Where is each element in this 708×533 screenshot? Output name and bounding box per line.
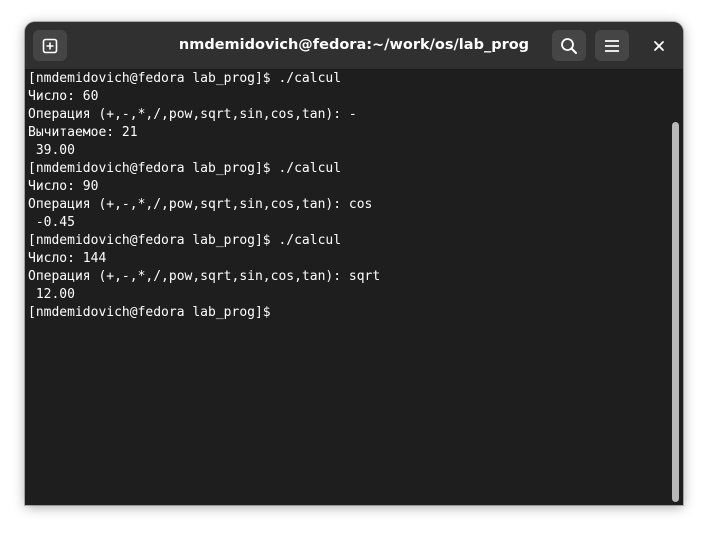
terminal-line: [nmdemidovich@fedora lab_prog]$ ./calcul [28, 233, 342, 248]
terminal-line: 12.00 [28, 287, 75, 302]
terminal-line: [nmdemidovich@fedora lab_prog]$ [28, 304, 667, 322]
vertical-scrollbar[interactable] [668, 70, 683, 505]
scrollbar-thumb[interactable] [672, 122, 679, 502]
terminal-window: nmdemidovich@fedora:~/work/os/lab_prog [… [25, 22, 683, 505]
terminal-line: Вычитаемое: 21 [28, 125, 138, 140]
search-icon [561, 37, 577, 54]
terminal-line: [nmdemidovich@fedora lab_prog]$ ./calcul [28, 71, 342, 86]
terminal-output[interactable]: [nmdemidovich@fedora lab_prog]$ ./calcul… [25, 70, 667, 505]
terminal-line: Операция (+,-,*,/,pow,sqrt,sin,cos,tan):… [28, 269, 381, 284]
terminal-line: -0.45 [28, 215, 75, 230]
terminal-line: Число: 144 [28, 251, 107, 266]
new-tab-button[interactable] [33, 30, 67, 61]
terminal-line: Число: 60 [28, 89, 99, 104]
terminal-line: Операция (+,-,*,/,pow,sqrt,sin,cos,tan):… [28, 197, 373, 212]
terminal-line: Операция (+,-,*,/,pow,sqrt,sin,cos,tan):… [28, 107, 357, 122]
search-button[interactable] [552, 30, 586, 61]
terminal-line: Число: 90 [28, 179, 99, 194]
terminal-line: [nmdemidovich@fedora lab_prog]$ ./calcul [28, 161, 342, 176]
new-tab-icon [42, 38, 58, 53]
terminal-line: 39.00 [28, 143, 75, 158]
hamburger-menu-icon [605, 39, 619, 52]
close-button[interactable] [642, 30, 676, 61]
prompt-text: [nmdemidovich@fedora lab_prog]$ [28, 305, 279, 320]
title-bar[interactable]: nmdemidovich@fedora:~/work/os/lab_prog [25, 22, 683, 70]
close-icon [654, 40, 664, 51]
menu-button[interactable] [595, 30, 629, 61]
